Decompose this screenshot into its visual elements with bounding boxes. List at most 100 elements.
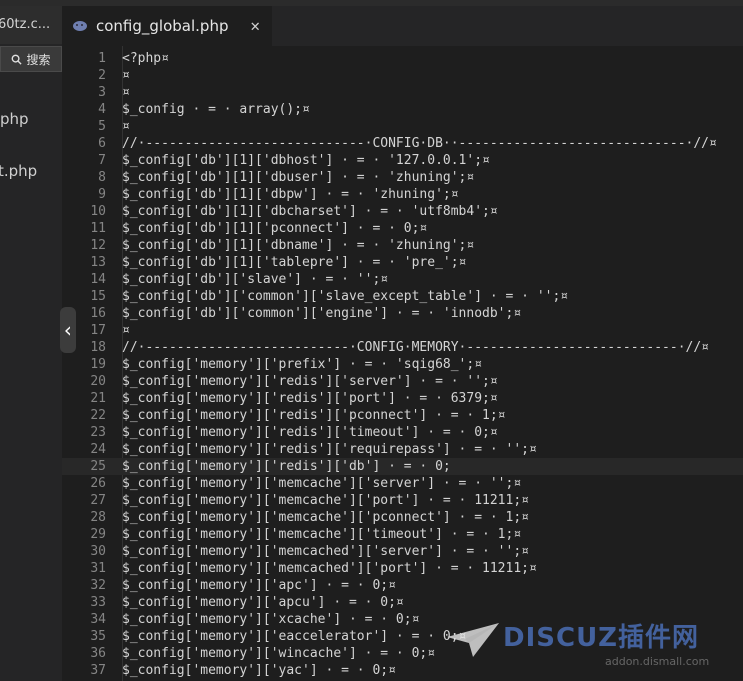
line-number: 29 [90, 527, 106, 542]
line-number: 27 [90, 493, 106, 508]
code-line[interactable]: 19 $_config['memory']['prefix'] · = · 'sq… [62, 356, 743, 373]
code-text: $_config['db']['common']['slave_except_t… [122, 289, 569, 304]
close-icon[interactable]: ✕ [250, 16, 260, 35]
code-text: $_config['memory']['memcached']['server'… [122, 544, 529, 559]
line-number: 22 [90, 408, 106, 423]
line-number: 13 [90, 255, 106, 270]
code-line[interactable]: 6 //·----------------------------·CONFIG·… [62, 135, 743, 152]
code-text: $_config['memory']['wincache'] · = · 0;¤ [122, 646, 436, 661]
line-number: 20 [90, 374, 106, 389]
code-line[interactable]: 31 $_config['memory']['memcached']['port'… [62, 560, 743, 577]
line-number: 4 [98, 102, 106, 117]
sidebar: 60tz.c... 搜索 php t.php [0, 6, 62, 681]
code-text: $_config['memory']['memcache']['port'] ·… [122, 493, 529, 508]
code-text: $_config['db'][1]['dbhost'] · = · '127.0… [122, 153, 490, 168]
line-number: 9 [98, 187, 106, 202]
code-line[interactable]: 18//·--------------------------·CONFIG·M… [62, 339, 743, 356]
code-text: $_config['db'][1]['dbcharset'] · = · 'ut… [122, 204, 498, 219]
line-number: 5 [98, 119, 106, 134]
line-number: 31 [90, 561, 106, 576]
line-number: 21 [90, 391, 106, 406]
code-line[interactable]: 26 $_config['memory']['memcache']['server… [62, 475, 743, 492]
line-number: 14 [90, 272, 106, 287]
code-line[interactable]: 25 $_config['memory']['redis']['db'] · = … [62, 458, 743, 475]
code-text: $_config['memory']['redis']['port'] · = … [122, 391, 498, 406]
php-file-icon [73, 21, 87, 31]
watermark-url: addon.dismall.com [605, 655, 710, 668]
code-line[interactable]: 17 ¤ [62, 322, 743, 339]
code-text: $_config['db'][1]['pconnect'] · = · 0;¤ [122, 221, 428, 236]
code-editor[interactable]: 1 <?php¤ 2 ¤ 3 ¤ 4 $_config · = · array();¤ 5 ¤ 6/… [62, 46, 743, 681]
code-line[interactable]: 27 $_config['memory']['memcache']['port']… [62, 492, 743, 509]
line-number: 26 [90, 476, 106, 491]
code-line[interactable]: 24 $_config['memory']['redis']['requirepa… [62, 441, 743, 458]
code-line[interactable]: 30 $_config['memory']['memcached']['serve… [62, 543, 743, 560]
code-line[interactable]: 14 $_config['db']['slave'] · = · '';¤ [62, 271, 743, 288]
sidebar-file-item[interactable]: php [0, 110, 29, 128]
paper-plane-icon [447, 623, 499, 657]
code-line[interactable]: 15 $_config['db']['common']['slave_except… [62, 288, 743, 305]
code-line[interactable]: 10 $_config['db'][1]['dbcharset'] · = · '… [62, 203, 743, 220]
code-text: $_config['memory']['xcache'] · = · 0;¤ [122, 612, 420, 627]
code-text: $_config['memory']['memcache']['server']… [122, 476, 522, 491]
line-number: 30 [90, 544, 106, 559]
code-line[interactable]: 7 $_config['db'][1]['dbhost'] · = · '127.… [62, 152, 743, 169]
code-text: $_config['memory']['yac'] · = · 0;¤ [122, 663, 396, 678]
code-text: $_config['memory']['memcache']['pconnect… [122, 510, 529, 525]
code-line[interactable]: 13 $_config['db'][1]['tablepre'] · = · 'p… [62, 254, 743, 271]
tab-label: config_global.php [96, 17, 229, 35]
code-line[interactable]: 22 $_config['memory']['redis']['pconnect'… [62, 407, 743, 424]
watermark-brand: DISCUZ插件网 [503, 623, 700, 653]
tab-config-global[interactable]: config_global.php ✕ [62, 6, 272, 46]
code-text: $_config['db']['slave'] · = · '';¤ [122, 272, 389, 287]
watermark: DISCUZ插件网 addon.dismall.com [445, 615, 743, 681]
chevron-left-icon: ‹ [61, 318, 75, 342]
code-text: $_config['memory']['apc'] · = · 0;¤ [122, 578, 396, 593]
line-number: 32 [90, 578, 106, 593]
code-text: $_config['db'][1]['tablepre'] · = · 'pre… [122, 255, 467, 270]
code-line[interactable]: 29 $_config['memory']['memcache']['timeou… [62, 526, 743, 543]
line-number: 19 [90, 357, 106, 372]
code-text: <?php¤ [122, 51, 169, 66]
line-number: 12 [90, 238, 106, 253]
line-number: 3 [98, 85, 106, 100]
line-number: 35 [90, 629, 106, 644]
code-line[interactable]: 21 $_config['memory']['redis']['port'] · … [62, 390, 743, 407]
line-number: 28 [90, 510, 106, 525]
code-line[interactable]: 8 $_config['db'][1]['dbuser'] · = · 'zhun… [62, 169, 743, 186]
code-text: $_config['memory']['apcu'] · = · 0;¤ [122, 595, 404, 610]
code-line[interactable]: 12 $_config['db'][1]['dbname'] · = · 'zhu… [62, 237, 743, 254]
code-line[interactable]: 2 ¤ [62, 67, 743, 84]
code-line[interactable]: 9 $_config['db'][1]['dbpw'] · = · 'zhunin… [62, 186, 743, 203]
code-line[interactable]: 20 $_config['memory']['redis']['server'] … [62, 373, 743, 390]
code-line[interactable]: 33 $_config['memory']['apcu'] · = · 0;¤ [62, 594, 743, 611]
code-line[interactable]: 1 <?php¤ [62, 50, 743, 67]
code-line[interactable]: 5 ¤ [62, 118, 743, 135]
sidebar-tab[interactable]: 60tz.c... [0, 6, 62, 44]
line-number: 1 [98, 51, 106, 66]
collapse-sidebar-button[interactable]: ‹ [60, 307, 76, 353]
code-text: $_config['memory']['redis']['pconnect'] … [122, 408, 506, 423]
line-number: 6 [98, 136, 106, 151]
code-text: ¤ [122, 323, 130, 338]
code-text: //·----------------------------·CONFIG·D… [122, 136, 717, 151]
code-line[interactable]: 28 $_config['memory']['memcache']['pconne… [62, 509, 743, 526]
code-text: $_config['memory']['redis']['requirepass… [122, 442, 537, 457]
code-text: ¤ [122, 68, 130, 83]
code-text: //·--------------------------·CONFIG·MEM… [122, 340, 709, 355]
code-line[interactable]: 3 ¤ [62, 84, 743, 101]
code-text: $_config['memory']['redis']['server'] · … [122, 374, 498, 389]
code-line[interactable]: 23 $_config['memory']['redis']['timeout']… [62, 424, 743, 441]
code-text: $_config['memory']['eaccelerator'] · = ·… [122, 629, 467, 644]
sidebar-file-item[interactable]: t.php [0, 162, 37, 180]
line-number: 8 [98, 170, 106, 185]
code-text: $_config['db'][1]['dbname'] · = · 'zhuni… [122, 238, 475, 253]
code-text: $_config['memory']['memcached']['port'] … [122, 561, 537, 576]
code-line[interactable]: 16 $_config['db']['common']['engine'] · =… [62, 305, 743, 322]
line-number: 15 [90, 289, 106, 304]
code-line[interactable]: 32 $_config['memory']['apc'] · = · 0;¤ [62, 577, 743, 594]
search-button[interactable]: 搜索 [0, 46, 62, 72]
code-line[interactable]: 4 $_config · = · array();¤ [62, 101, 743, 118]
code-line[interactable]: 11 $_config['db'][1]['pconnect'] · = · 0;… [62, 220, 743, 237]
code-text: $_config · = · array();¤ [122, 102, 310, 117]
